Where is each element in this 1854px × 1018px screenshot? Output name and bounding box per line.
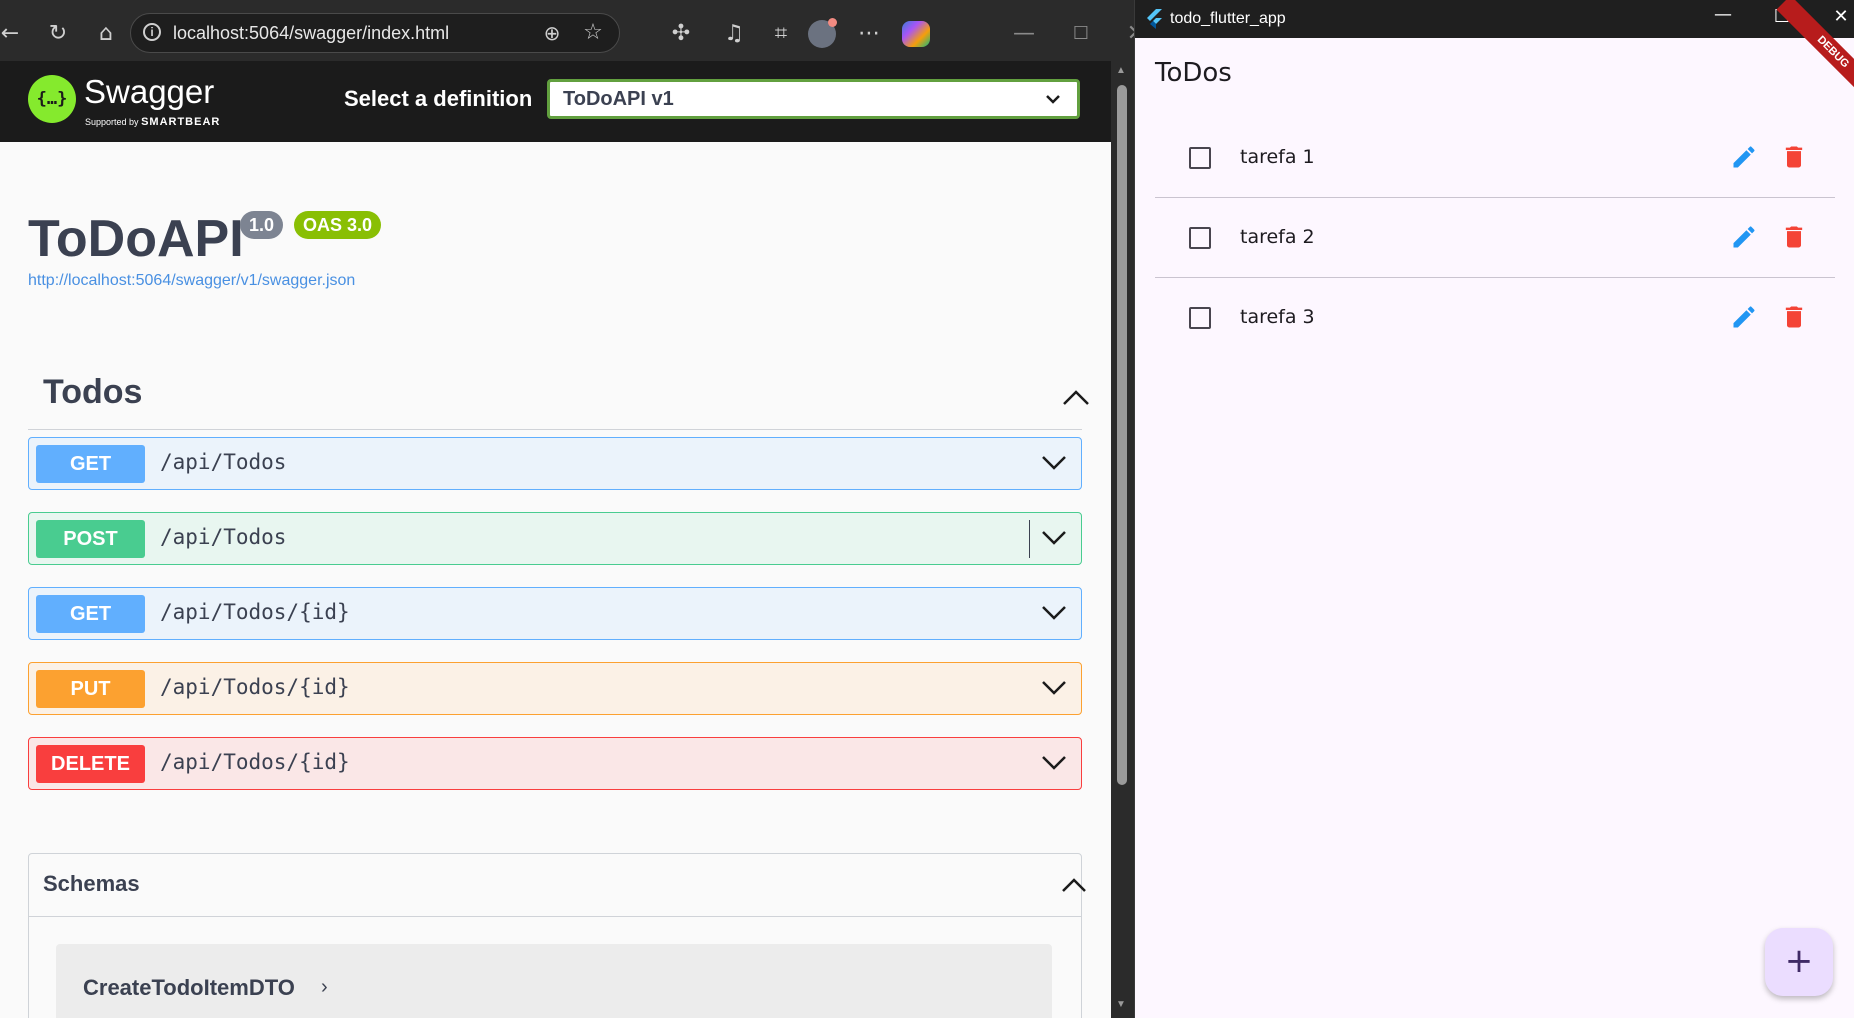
- swagger-page: {…} Swagger Supported by SMARTBEAR Selec…: [0, 61, 1111, 1018]
- swagger-brand: Swagger: [84, 73, 215, 110]
- operation-path: /api/Todos/{id}: [160, 600, 350, 624]
- chevron-right-icon: ›: [321, 976, 328, 998]
- todo-checkbox[interactable]: [1189, 147, 1211, 169]
- swagger-logo-icon[interactable]: {…}: [28, 75, 76, 123]
- scroll-up-icon[interactable]: ▲: [1116, 65, 1126, 76]
- chevron-down-icon: [1046, 95, 1060, 104]
- expand-chevron-icon[interactable]: [1041, 677, 1067, 697]
- expand-chevron-icon[interactable]: [1041, 602, 1067, 622]
- schemas-title[interactable]: Schemas: [43, 871, 140, 897]
- flutter-titlebar: todo_flutter_app — ☐ ✕: [1135, 0, 1854, 38]
- operation-get-0[interactable]: GET/api/Todos: [28, 437, 1082, 490]
- operation-delete-4[interactable]: DELETE/api/Todos/{id}: [28, 737, 1082, 790]
- schema-name: CreateTodoItemDTO: [83, 975, 295, 1000]
- media-icon[interactable]: ♫: [720, 20, 748, 48]
- api-title: ToDoAPI: [28, 210, 244, 268]
- operation-path: /api/Todos/{id}: [160, 675, 350, 699]
- flutter-logo-icon: [1147, 9, 1162, 29]
- todo-item[interactable]: tarefa 2: [1155, 200, 1835, 280]
- expand-chevron-icon[interactable]: [1041, 752, 1067, 772]
- screenshot-icon[interactable]: ⌗: [767, 20, 795, 48]
- definition-select[interactable]: ToDoAPI v1: [547, 79, 1080, 119]
- notification-dot: [828, 18, 837, 27]
- add-todo-button[interactable]: +: [1765, 928, 1833, 996]
- scroll-down-icon[interactable]: ▼: [1116, 999, 1126, 1010]
- collapse-icon[interactable]: [1062, 389, 1090, 407]
- flutter-app-window: todo_flutter_app — ☐ ✕ DEBUG ToDos taref…: [1134, 0, 1854, 1018]
- close-icon[interactable]: ✕: [1122, 20, 1134, 48]
- operation-put-3[interactable]: PUT/api/Todos/{id}: [28, 662, 1082, 715]
- method-badge: POST: [36, 520, 145, 558]
- definition-select-value: ToDoAPI v1: [563, 88, 674, 110]
- operation-get-2[interactable]: GET/api/Todos/{id}: [28, 587, 1082, 640]
- schemas-collapse-icon[interactable]: [1061, 876, 1087, 894]
- tag-title[interactable]: Todos: [43, 373, 142, 412]
- profile-avatar[interactable]: [808, 18, 837, 48]
- todo-divider: [1155, 277, 1835, 278]
- oas-badge: OAS 3.0: [294, 211, 382, 239]
- copilot-icon[interactable]: [902, 21, 930, 47]
- todo-checkbox[interactable]: [1189, 227, 1211, 249]
- swagger-supported-by: Supported by SMARTBEAR: [85, 116, 220, 128]
- smartbear-text: SMARTBEAR: [141, 116, 221, 128]
- swagger-topbar: {…} Swagger Supported by SMARTBEAR Selec…: [0, 61, 1111, 142]
- tag-divider: [28, 429, 1082, 430]
- schemas-divider: [29, 916, 1081, 917]
- delete-trash-icon[interactable]: [1780, 223, 1808, 251]
- operation-path: /api/Todos: [160, 525, 287, 549]
- edit-pencil-icon[interactable]: [1730, 143, 1758, 171]
- zoom-icon[interactable]: ⊕: [538, 19, 566, 47]
- schemas-section: Schemas CreateTodoItemDTO ›: [28, 853, 1086, 1018]
- flutter-close-icon[interactable]: ✕: [1818, 6, 1854, 27]
- refresh-icon[interactable]: ↻: [44, 20, 72, 48]
- delete-trash-icon[interactable]: [1780, 303, 1808, 331]
- method-badge: PUT: [36, 670, 145, 708]
- delete-trash-icon[interactable]: [1780, 143, 1808, 171]
- method-badge: GET: [36, 445, 145, 483]
- browser-window: ← ↻ ⌂ i localhost:5064/swagger/index.htm…: [0, 0, 1134, 1018]
- todo-label: tarefa 3: [1240, 306, 1315, 328]
- flutter-minimize-icon[interactable]: —: [1700, 4, 1746, 25]
- method-badge: GET: [36, 595, 145, 633]
- supported-by-text: Supported by: [85, 117, 139, 127]
- favorite-star-icon[interactable]: ☆: [579, 19, 607, 47]
- browser-toolbar: ← ↻ ⌂ i localhost:5064/swagger/index.htm…: [0, 0, 1134, 66]
- operation-post-1[interactable]: POST/api/Todos: [28, 512, 1082, 565]
- maximize-icon[interactable]: ☐: [1067, 20, 1095, 48]
- home-icon[interactable]: ⌂: [92, 20, 120, 48]
- select-definition-label: Select a definition: [344, 86, 533, 111]
- address-text[interactable]: localhost:5064/swagger/index.html: [173, 23, 449, 44]
- todo-label: tarefa 1: [1240, 146, 1315, 168]
- scroll-thumb[interactable]: [1117, 85, 1127, 785]
- expand-chevron-icon[interactable]: [1041, 527, 1067, 547]
- todo-item[interactable]: tarefa 3: [1155, 280, 1835, 360]
- spec-url-link[interactable]: http://localhost:5064/swagger/v1/swagger…: [28, 272, 355, 290]
- todo-label: tarefa 2: [1240, 226, 1315, 248]
- edit-pencil-icon[interactable]: [1730, 303, 1758, 331]
- more-icon[interactable]: ⋯: [855, 20, 883, 48]
- operation-path: /api/Todos: [160, 450, 287, 474]
- app-title: ToDos: [1155, 58, 1232, 88]
- todo-divider: [1155, 197, 1835, 198]
- address-bar[interactable]: i localhost:5064/swagger/index.html ⊕ ☆: [130, 13, 620, 53]
- operation-divider: [1029, 520, 1030, 558]
- back-icon[interactable]: ←: [0, 20, 24, 48]
- minimize-icon[interactable]: —: [1010, 20, 1038, 48]
- version-badge: 1.0: [240, 211, 284, 239]
- schema-item[interactable]: CreateTodoItemDTO ›: [56, 944, 1052, 1018]
- operation-path: /api/Todos/{id}: [160, 750, 350, 774]
- page-scrollbar[interactable]: ▲ ▼: [1111, 61, 1134, 1018]
- todo-checkbox[interactable]: [1189, 307, 1211, 329]
- method-badge: DELETE: [36, 745, 145, 783]
- todo-item[interactable]: tarefa 1: [1155, 120, 1835, 200]
- edit-pencil-icon[interactable]: [1730, 223, 1758, 251]
- extensions-icon[interactable]: ✣: [667, 20, 695, 48]
- site-info-icon[interactable]: i: [143, 23, 161, 41]
- flutter-window-title: todo_flutter_app: [1170, 10, 1286, 27]
- expand-chevron-icon[interactable]: [1041, 452, 1067, 472]
